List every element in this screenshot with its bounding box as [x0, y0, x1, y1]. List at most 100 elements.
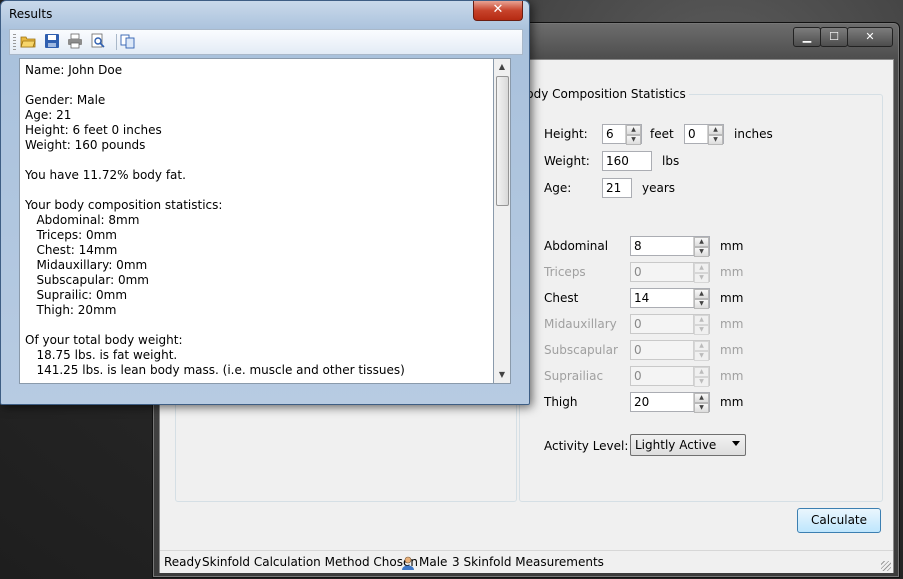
abdominal-label: Abdominal	[544, 239, 609, 253]
spin-up-icon[interactable]: ▲	[626, 125, 641, 135]
height-label: Height:	[544, 127, 588, 141]
results-window-title: Results	[9, 7, 53, 21]
spin-up-icon: ▲	[694, 367, 709, 377]
results-line: Abdominal: 8mm	[25, 213, 140, 227]
inches-label: inches	[734, 127, 773, 141]
results-line: Triceps: 0mm	[25, 228, 117, 242]
status-ready: Ready	[164, 555, 202, 569]
subscapular-label: Subscapular	[544, 343, 618, 357]
age-field[interactable]: 21	[602, 178, 632, 198]
print-preview-icon[interactable]	[90, 33, 106, 49]
abdominal-stepper[interactable]: 8 ▲ ▼	[630, 236, 710, 257]
spin-up-icon: ▲	[694, 341, 709, 351]
results-close-button[interactable]: ✕	[473, 1, 523, 21]
status-bar: Ready Skinfold Calculation Method Chosen…	[160, 550, 893, 573]
results-line: 141.25 lbs. is lean body mass. (i.e. mus…	[25, 363, 405, 377]
spin-down-icon[interactable]: ▼	[708, 135, 723, 145]
save-icon[interactable]	[44, 33, 60, 49]
age-unit: years	[642, 181, 676, 195]
results-text-area[interactable]: Name: John Doe Gender: Male Age: 21 Height:…	[19, 58, 494, 384]
triceps-label: Triceps	[544, 265, 586, 279]
open-folder-icon[interactable]	[20, 33, 36, 49]
suprailiac-unit: mm	[720, 369, 744, 383]
midauxillary-unit: mm	[720, 317, 744, 331]
feet-label: feet	[650, 127, 674, 141]
activity-level-select[interactable]: Lightly Active	[630, 434, 746, 456]
midauxillary-value: 0	[634, 317, 642, 331]
spin-up-icon: ▲	[694, 315, 709, 325]
spin-down-icon[interactable]: ▼	[626, 135, 641, 145]
triceps-stepper: 0 ▲ ▼	[630, 262, 710, 283]
results-line: 18.75 lbs. is fat weight.	[25, 348, 178, 362]
spin-up-icon[interactable]: ▲	[708, 125, 723, 135]
thigh-spin[interactable]: ▲ ▼	[693, 393, 709, 413]
suprailiac-stepper: 0 ▲ ▼	[630, 366, 710, 387]
midauxillary-label: Midauxillary	[544, 317, 617, 331]
body-composition-groupbox: Body Composition Statistics Height: 6 ▲ ▼…	[518, 87, 883, 502]
subscapular-spin: ▲ ▼	[693, 341, 709, 361]
chevron-down-icon	[732, 441, 740, 446]
calculate-button[interactable]: Calculate	[797, 508, 881, 533]
height-inches-stepper[interactable]: 0 ▲ ▼	[684, 124, 724, 145]
height-feet-spin[interactable]: ▲ ▼	[625, 125, 641, 145]
spin-up-icon: ▲	[694, 263, 709, 273]
chest-stepper[interactable]: 14 ▲ ▼	[630, 288, 710, 309]
results-scrollbar[interactable]: ▲ ▼	[494, 58, 511, 384]
scroll-down-icon[interactable]: ▼	[494, 367, 510, 383]
results-line: Gender: Male	[25, 93, 106, 107]
toolbar-separator	[116, 34, 117, 50]
spin-down-icon[interactable]: ▼	[694, 403, 709, 413]
results-window: Results ✕ Name: John Doe Gender: Male Age:…	[0, 0, 530, 405]
thigh-stepper[interactable]: 20 ▲ ▼	[630, 392, 710, 413]
maximize-button[interactable]: ☐	[820, 27, 848, 47]
subscapular-value: 0	[634, 343, 642, 357]
results-line: Subscapular: 0mm	[25, 273, 149, 287]
abdominal-value: 8	[634, 239, 642, 253]
results-line: Of your total body weight:	[25, 333, 183, 347]
spin-up-icon[interactable]: ▲	[694, 393, 709, 403]
weight-unit: lbs	[662, 154, 680, 168]
height-feet-stepper[interactable]: 6 ▲ ▼	[602, 124, 642, 145]
abdominal-spin[interactable]: ▲ ▼	[693, 237, 709, 257]
scroll-up-icon[interactable]: ▲	[494, 59, 510, 75]
subscapular-unit: mm	[720, 343, 744, 357]
user-icon	[401, 555, 415, 570]
results-line	[25, 318, 493, 333]
copy-icon[interactable]	[120, 33, 136, 49]
spin-down-icon[interactable]: ▼	[694, 247, 709, 257]
spin-up-icon[interactable]: ▲	[694, 237, 709, 247]
subscapular-stepper: 0 ▲ ▼	[630, 340, 710, 361]
suprailiac-spin: ▲ ▼	[693, 367, 709, 387]
height-inches-spin[interactable]: ▲ ▼	[707, 125, 723, 145]
results-line: Weight: 160 pounds	[25, 138, 146, 152]
results-line: Thigh: 20mm	[25, 303, 117, 317]
results-line: Chest: 14mm	[25, 243, 118, 257]
results-line: You have 11.72% body fat.	[25, 168, 186, 182]
suprailiac-label: Suprailiac	[544, 369, 604, 383]
triceps-value: 0	[634, 265, 642, 279]
weight-field[interactable]: 160	[602, 151, 652, 171]
spin-up-icon[interactable]: ▲	[694, 289, 709, 299]
chest-spin[interactable]: ▲ ▼	[693, 289, 709, 309]
triceps-spin: ▲ ▼	[693, 263, 709, 283]
age-label: Age:	[544, 181, 572, 195]
height-feet-value: 6	[606, 127, 614, 141]
results-line: Suprailic: 0mm	[25, 288, 128, 302]
print-icon[interactable]	[67, 33, 83, 49]
suprailiac-value: 0	[634, 369, 642, 383]
activity-level-value: Lightly Active	[635, 438, 717, 452]
results-line	[25, 153, 493, 168]
spin-down-icon[interactable]: ▼	[694, 299, 709, 309]
close-button[interactable]: ✕	[847, 27, 893, 47]
thigh-label: Thigh	[544, 395, 578, 409]
results-line	[25, 78, 493, 93]
activity-level-label: Activity Level:	[544, 439, 629, 453]
minimize-button[interactable]: ▁	[793, 27, 821, 47]
results-line: Name: John Doe	[25, 63, 123, 77]
resize-grip[interactable]	[881, 561, 891, 571]
results-line: Age: 21	[25, 108, 72, 122]
spin-down-icon: ▼	[694, 325, 709, 335]
scroll-thumb[interactable]	[496, 76, 509, 206]
thigh-value: 20	[634, 395, 650, 409]
spin-down-icon: ▼	[694, 273, 709, 283]
